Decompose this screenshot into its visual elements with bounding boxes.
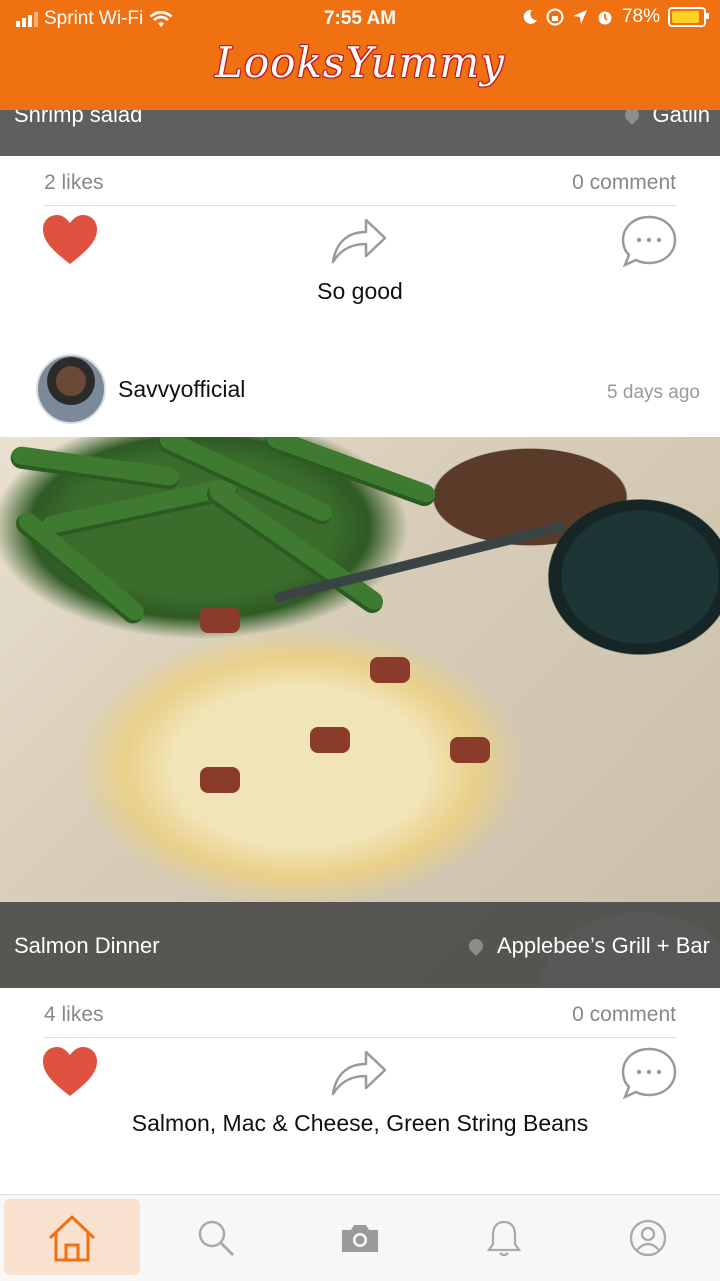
battery-percent: 78%: [621, 6, 660, 27]
status-bar: Sprint Wi-Fi 7:55 AM 78%: [0, 0, 720, 36]
post-description: Salmon, Mac & Cheese, Green String Beans: [131, 1110, 589, 1136]
nav-home[interactable]: [0, 1195, 144, 1281]
post-title: Salmon Dinner: [14, 933, 160, 958]
post-actions: [0, 1046, 720, 1106]
share-icon[interactable]: [330, 1046, 388, 1098]
moon-icon: [523, 9, 537, 24]
photo-detail: [200, 607, 240, 633]
comments-count[interactable]: 0 comment: [572, 1003, 676, 1027]
rotation-lock-icon: [546, 8, 564, 26]
previous-post-description: So good: [317, 278, 403, 304]
bell-icon: [486, 1220, 522, 1257]
post-stats: 4 likes 0 comment: [44, 989, 676, 1038]
post-location-label: Applebee’s Grill + Bar: [497, 933, 710, 958]
comments-count[interactable]: 0 comment: [572, 171, 676, 195]
location-pin-icon: [466, 936, 486, 956]
share-icon[interactable]: [330, 214, 388, 266]
heart-icon[interactable]: [42, 214, 98, 266]
camera-icon: [342, 1225, 378, 1252]
alarm-icon: [598, 11, 612, 25]
nav-profile[interactable]: [576, 1195, 720, 1281]
username[interactable]: Savvyofficial: [118, 376, 245, 403]
likes-count[interactable]: 2 likes: [44, 171, 104, 195]
avatar[interactable]: [36, 354, 106, 424]
profile-icon: [629, 1219, 667, 1257]
nav-camera[interactable]: [288, 1195, 432, 1281]
post-location[interactable]: Applebee’s Grill + Bar: [466, 933, 710, 959]
photo-detail: [310, 727, 350, 753]
photo-detail: [450, 737, 490, 763]
comment-icon[interactable]: [620, 214, 678, 268]
photo-detail: [9, 445, 181, 491]
previous-post-stats: 2 likes 0 comment: [44, 157, 676, 206]
nav-search[interactable]: [144, 1195, 288, 1281]
bottom-nav: [0, 1194, 720, 1281]
previous-post-actions: [0, 214, 720, 274]
nav-notifications[interactable]: [432, 1195, 576, 1281]
post-header: Savvyofficial 5 days ago: [0, 350, 720, 426]
location-arrow-icon: [572, 10, 587, 24]
search-icon: [198, 1220, 235, 1257]
post-photo[interactable]: Salmon Dinner Applebee’s Grill + Bar: [0, 437, 720, 988]
heart-icon[interactable]: [42, 1046, 98, 1098]
home-icon: [48, 1215, 96, 1262]
photo-detail: [200, 767, 240, 793]
comment-icon[interactable]: [620, 1046, 678, 1100]
battery-icon: [668, 7, 709, 27]
photo-detail: [370, 657, 410, 683]
post-caption-bar: Salmon Dinner Applebee’s Grill + Bar: [0, 902, 720, 988]
likes-count[interactable]: 4 likes: [44, 1003, 104, 1027]
app-header: Sprint Wi-Fi 7:55 AM 78% LooksYummy: [0, 0, 720, 110]
app-logo: LooksYummy: [215, 38, 505, 87]
post-time: 5 days ago: [607, 382, 700, 403]
